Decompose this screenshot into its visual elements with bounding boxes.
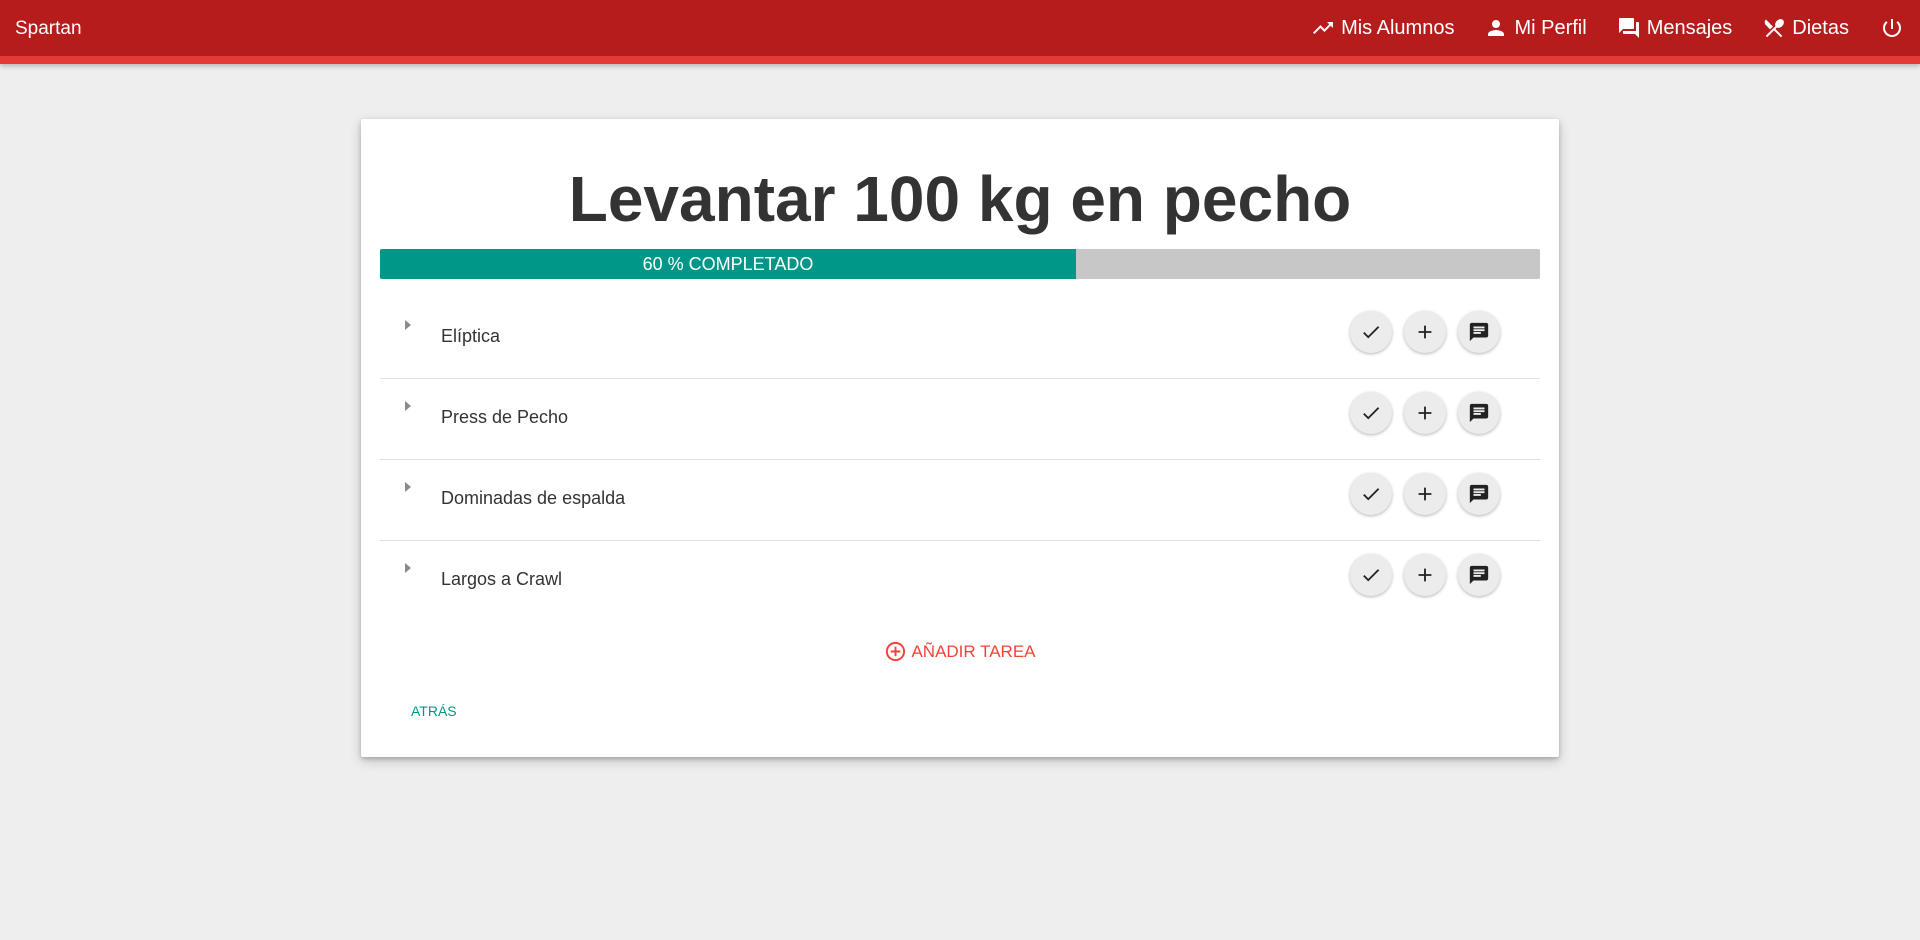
comment-button[interactable] (1458, 554, 1500, 596)
check-icon (1363, 488, 1380, 501)
task-actions (1338, 311, 1500, 353)
add-subtask-button[interactable] (1404, 311, 1446, 353)
goal-progress-label: 60 % COMPLETADO (642, 254, 814, 274)
task-name: Largos a Crawl (441, 569, 563, 589)
add-task-label: AÑADIR TAREA (911, 641, 1036, 661)
check-icon (1363, 407, 1380, 420)
task-actions (1338, 554, 1500, 596)
comment-button[interactable] (1458, 311, 1500, 353)
person-icon (1488, 20, 1505, 36)
check-icon (1363, 326, 1380, 339)
add-task-button[interactable]: AÑADIR TAREA (361, 640, 1559, 663)
plus-icon (1418, 325, 1432, 339)
task-list: Elíptica Press de Pecho Dominadas de esp… (380, 298, 1540, 622)
expand-caret-icon[interactable] (405, 563, 411, 573)
plus-icon (1418, 406, 1432, 420)
task-name: Elíptica (441, 326, 501, 346)
add-circle-outline-icon (886, 641, 906, 662)
goal-title: Levantar 100 kg en pecho (568, 163, 1352, 235)
trending-up-icon (1313, 22, 1334, 34)
comment-button[interactable] (1458, 392, 1500, 434)
complete-task-button[interactable] (1350, 473, 1392, 515)
complete-task-button[interactable] (1350, 554, 1392, 596)
comment-icon (1469, 484, 1489, 504)
nav-item-label: Mis Alumnos (1341, 16, 1455, 39)
forum-icon (1618, 18, 1639, 38)
task-row: Dominadas de espalda (380, 460, 1540, 541)
plus-icon (1418, 568, 1432, 582)
task-row: Largos a Crawl (380, 541, 1540, 622)
expand-caret-icon[interactable] (405, 401, 411, 411)
check-icon (1363, 569, 1380, 582)
complete-task-button[interactable] (1350, 311, 1392, 353)
expand-caret-icon[interactable] (405, 320, 411, 330)
nav-item-mis-alumnos[interactable]: Mis Alumnos (1296, 0, 1469, 56)
nav-item-mi-perfil[interactable]: Mi Perfil (1469, 0, 1601, 56)
task-actions (1338, 392, 1500, 434)
task-name: Dominadas de espalda (441, 488, 626, 508)
nav-item-dietas[interactable]: Dietas (1747, 0, 1864, 56)
power-icon (1883, 19, 1901, 37)
add-subtask-button[interactable] (1404, 554, 1446, 596)
plus-icon (1418, 487, 1432, 501)
comment-button[interactable] (1458, 473, 1500, 515)
logout-button[interactable] (1864, 0, 1920, 56)
comment-icon (1469, 403, 1489, 423)
task-name: Press de Pecho (441, 407, 569, 427)
comment-icon (1469, 565, 1489, 585)
complete-task-button[interactable] (1350, 392, 1392, 434)
nav-item-mensajes[interactable]: Mensajes (1602, 0, 1748, 56)
task-row: Press de Pecho (380, 379, 1540, 460)
nav-item-label: Mensajes (1646, 16, 1733, 39)
restaurant-icon (1765, 19, 1785, 38)
back-button[interactable]: ATRÁS (411, 703, 457, 719)
nav-item-label: Dietas (1792, 16, 1849, 39)
main-nav: Mis Alumnos Mi Perfil Mensajes Dietas (1296, 0, 1920, 56)
expand-caret-icon[interactable] (405, 482, 411, 492)
nav-item-label: Mi Perfil (1514, 16, 1587, 39)
comment-icon (1469, 322, 1489, 342)
goal-progress-bar: 60 % COMPLETADO (380, 249, 1540, 279)
add-subtask-button[interactable] (1404, 473, 1446, 515)
goal-card: Levantar 100 kg en pecho 60 % COMPLETADO… (361, 119, 1559, 757)
task-row: Elíptica (380, 298, 1540, 379)
task-actions (1338, 473, 1500, 515)
add-subtask-button[interactable] (1404, 392, 1446, 434)
brand-logo-link[interactable]: Spartan (15, 18, 82, 40)
top-navbar: Spartan Mis Alumnos Mi Perfil Mensajes D… (0, 0, 1920, 64)
